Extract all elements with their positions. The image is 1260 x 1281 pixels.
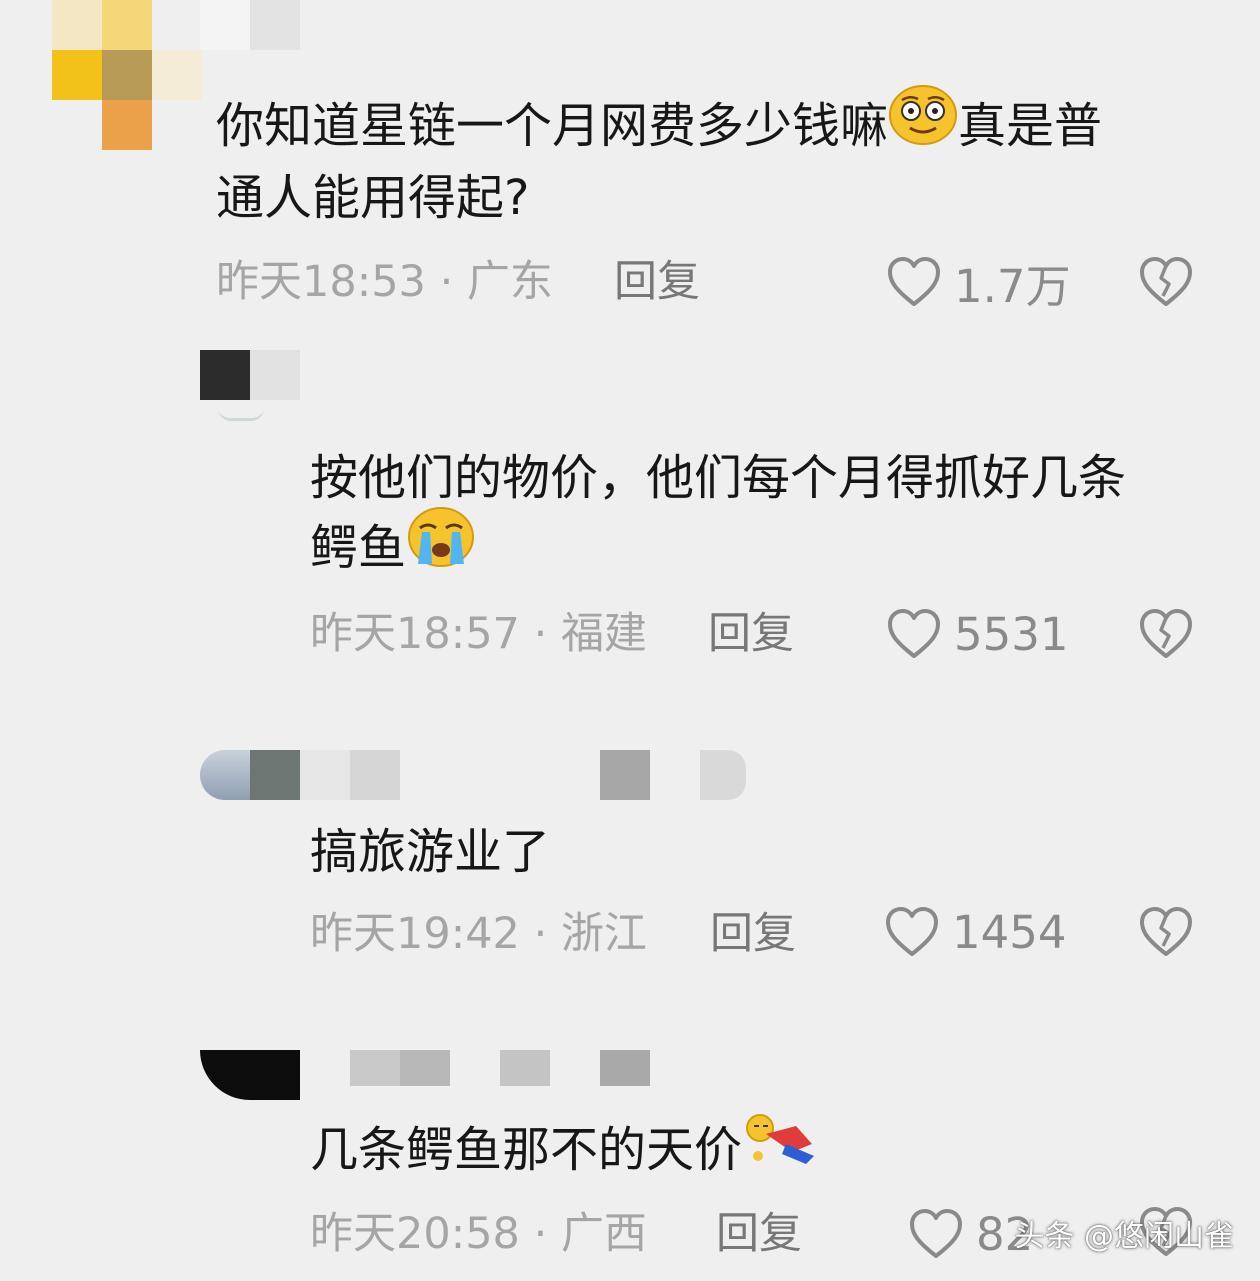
comment-text: 几条鳄鱼那不的天价	[310, 1114, 818, 1190]
smirk-face-emoji	[888, 84, 958, 166]
separator: ·	[519, 909, 561, 959]
username-redacted	[500, 1050, 550, 1086]
comment-meta: 昨天18:53 · 广东	[216, 254, 553, 310]
reply-button[interactable]: 回复	[614, 254, 700, 310]
avatar[interactable]	[52, 0, 202, 150]
separator: ·	[519, 609, 561, 659]
separator: ·	[519, 1209, 561, 1259]
avatar[interactable]	[200, 750, 300, 800]
crying-face-emoji	[406, 506, 476, 588]
heart-icon	[886, 256, 942, 308]
separator: ·	[425, 257, 467, 307]
dislike-button[interactable]	[1138, 256, 1194, 308]
avatar[interactable]	[200, 350, 300, 426]
timestamp: 昨天19:42	[310, 909, 520, 959]
comment-text-line2: 鳄鱼	[310, 507, 476, 588]
comment-text: 你知道星链一个月网费多少钱嘛 真是普	[216, 85, 1102, 166]
comment-text: 按他们的物价，他们每个月得抓好几条	[310, 450, 1127, 506]
collapsed-person-emoji	[742, 1108, 818, 1190]
location: 广东	[466, 257, 553, 307]
like-count: 1454	[952, 905, 1067, 959]
username-redacted[interactable]	[300, 750, 400, 800]
comment-text: 搞旅游业了	[310, 824, 551, 880]
broken-heart-icon	[1138, 256, 1194, 308]
dislike-button[interactable]	[1138, 608, 1194, 660]
username-redacted	[600, 1050, 650, 1086]
avatar[interactable]	[200, 1050, 300, 1100]
location: 广西	[560, 1209, 647, 1259]
username-redacted	[600, 750, 650, 800]
username-redacted[interactable]	[200, 0, 300, 50]
broken-heart-icon	[1138, 608, 1194, 660]
comment-meta: 昨天20:58 · 广西	[310, 1206, 647, 1262]
timestamp: 昨天18:53	[216, 257, 426, 307]
reply-button[interactable]: 回复	[710, 906, 796, 962]
username-redacted	[700, 750, 746, 800]
broken-heart-icon	[1138, 906, 1194, 958]
comment-meta: 昨天19:42 · 浙江	[310, 906, 647, 962]
reply-button[interactable]: 回复	[716, 1206, 802, 1262]
like-count: 5531	[954, 607, 1069, 661]
like-count: 1.7万	[954, 259, 1071, 313]
timestamp: 昨天20:58	[310, 1209, 520, 1259]
location: 浙江	[560, 909, 647, 959]
username-redacted[interactable]	[350, 1050, 450, 1086]
like-button[interactable]: 1454	[884, 902, 1067, 962]
like-button[interactable]: 1.7万	[886, 252, 1071, 313]
heart-icon	[884, 906, 940, 958]
watermark: 头条 @悠闲山雀	[1014, 1219, 1234, 1254]
location: 福建	[560, 609, 647, 659]
comment-text-line2: 通人能用得起?	[216, 170, 530, 226]
reply-button[interactable]: 回复	[708, 606, 794, 662]
comment-meta: 昨天18:57 · 福建	[310, 606, 647, 662]
heart-icon	[886, 608, 942, 660]
dislike-button[interactable]	[1138, 906, 1194, 958]
like-button[interactable]: 5531	[886, 604, 1069, 664]
timestamp: 昨天18:57	[310, 609, 520, 659]
heart-icon	[908, 1208, 964, 1260]
